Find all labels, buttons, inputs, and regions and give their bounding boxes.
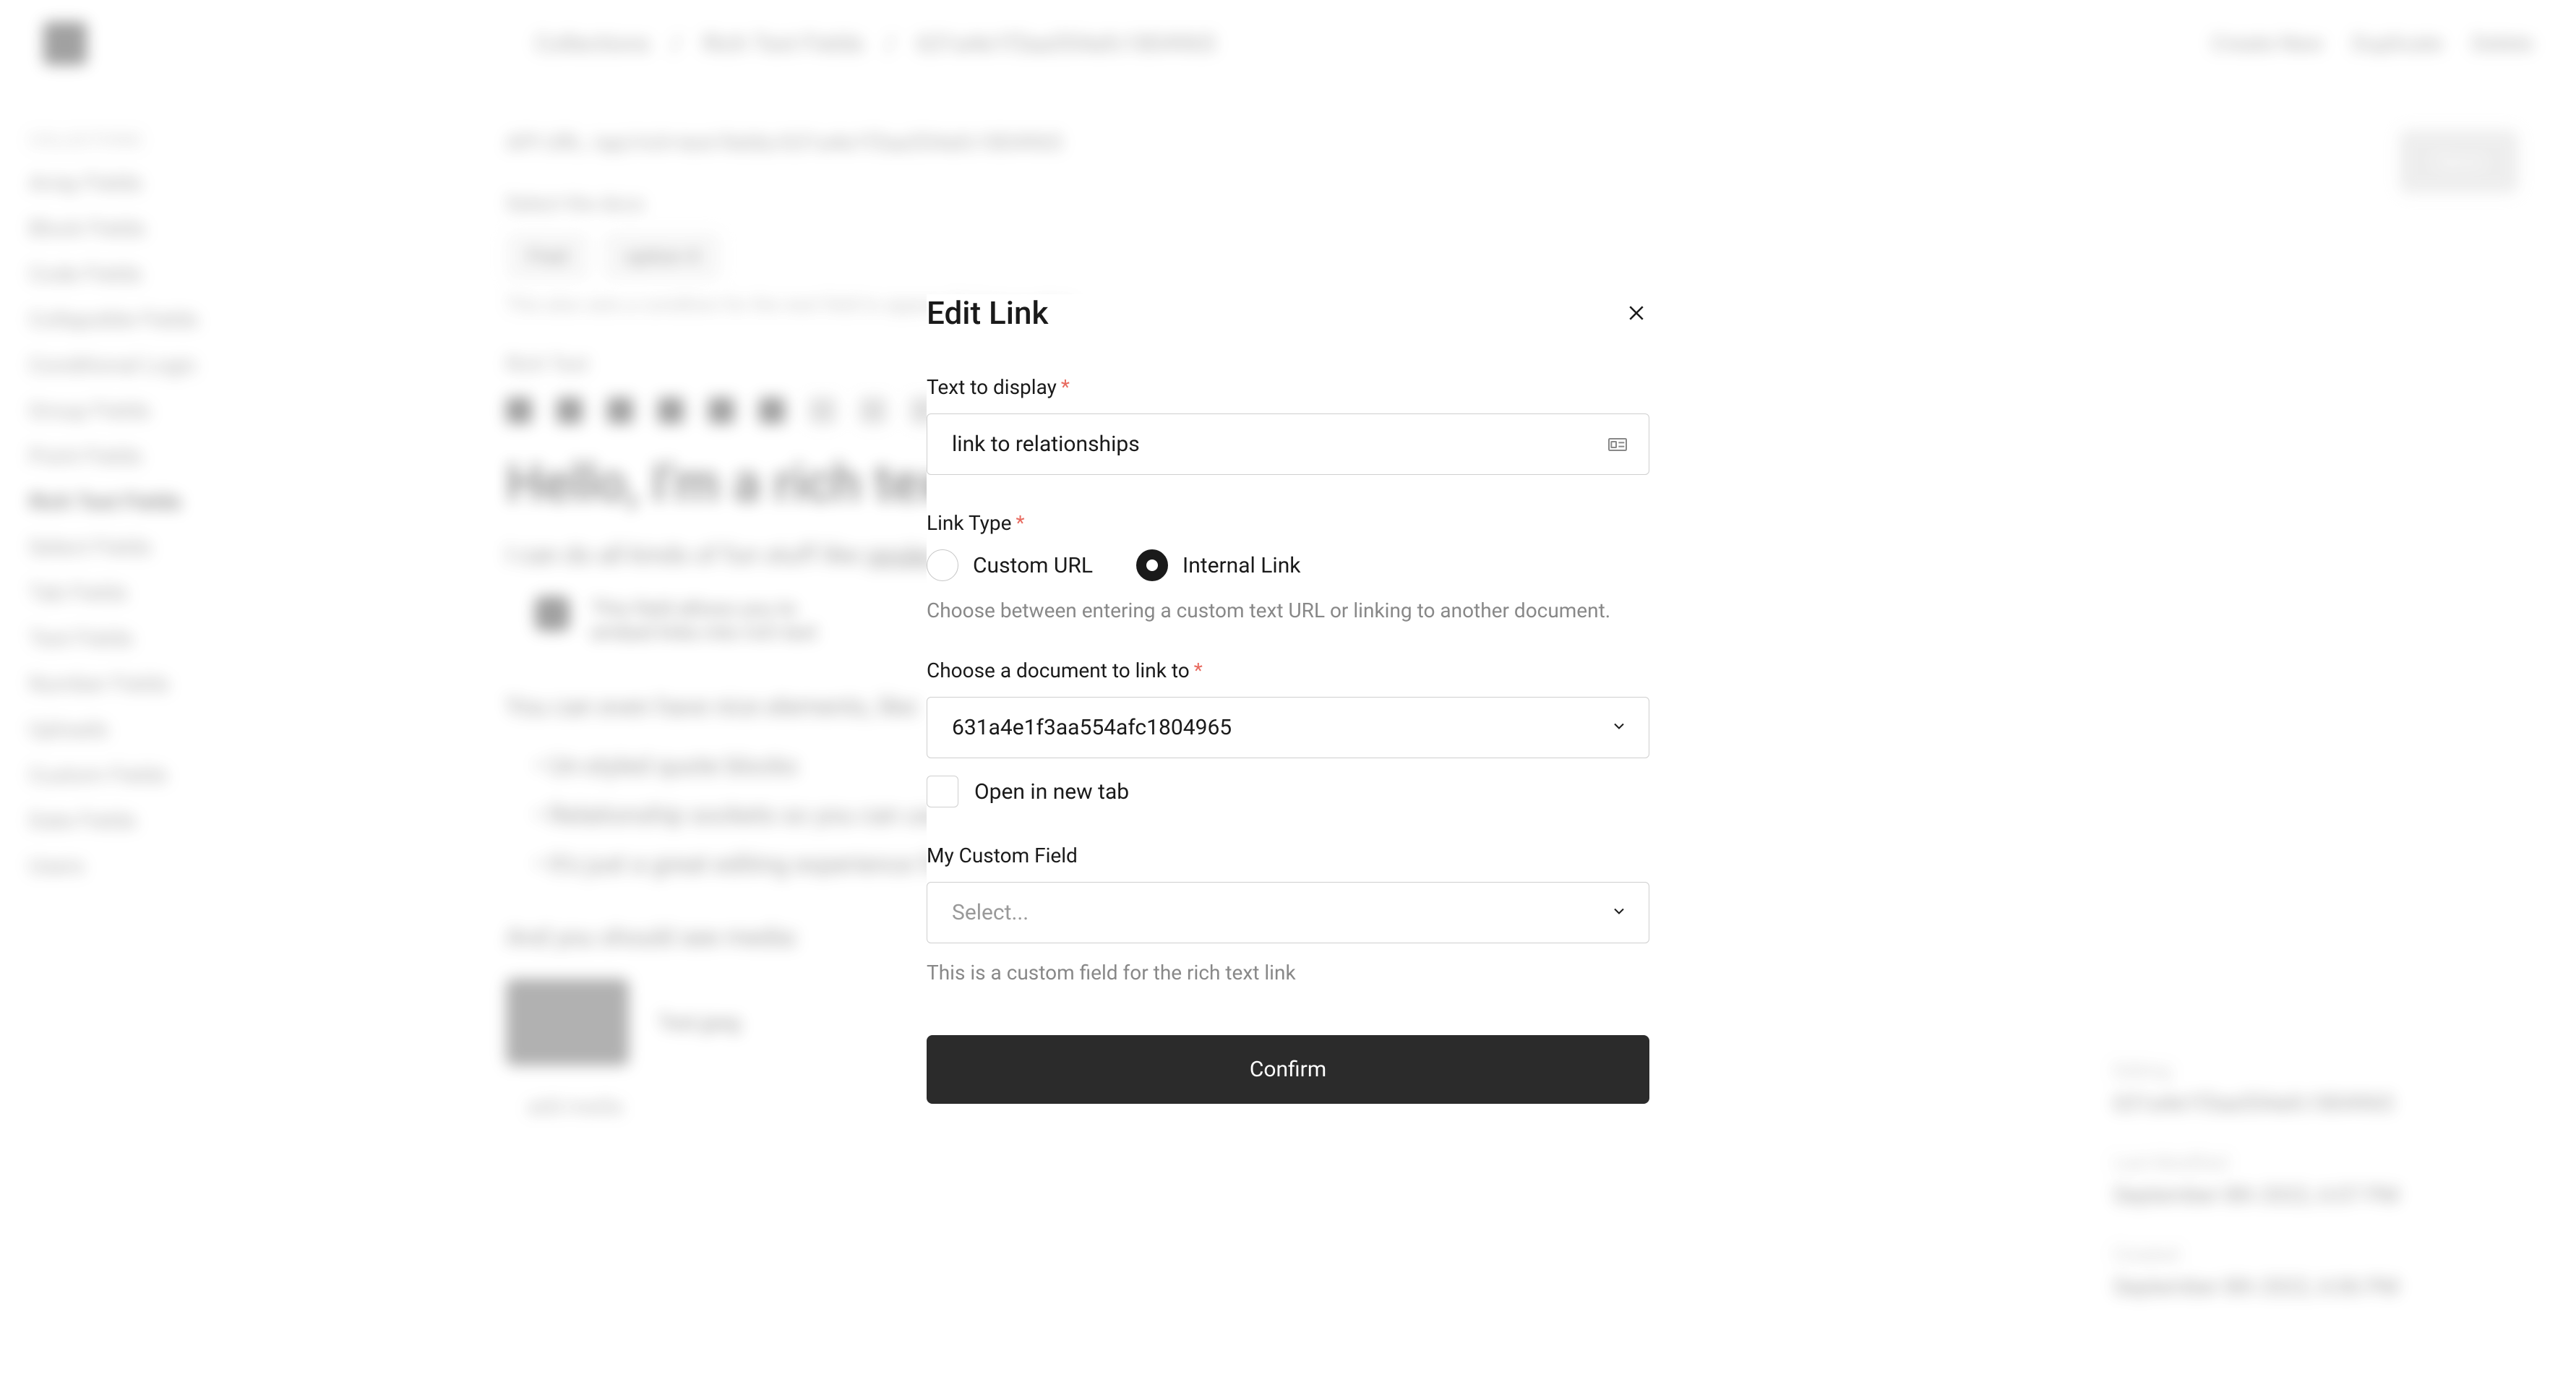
choose-document-label: Choose a document to link to* (927, 659, 1649, 682)
link-type-helper: Choose between entering a custom text UR… (927, 599, 1649, 622)
text-to-display-input[interactable] (927, 413, 1649, 475)
radio-internal-link[interactable]: Internal Link (1136, 549, 1300, 581)
confirm-button[interactable]: Confirm (927, 1035, 1649, 1104)
radio-custom-url[interactable]: Custom URL (927, 549, 1093, 581)
open-new-tab-checkbox[interactable] (927, 776, 958, 807)
radio-circle-unchecked (927, 549, 958, 581)
modal-header: Edit Link (927, 294, 1649, 332)
choose-document-value: 631a4e1f3aa554afc1804965 (952, 715, 1232, 740)
field-link-type: Link Type* Custom URL Internal Link Choo… (927, 511, 1649, 622)
modal-title: Edit Link (927, 294, 1048, 332)
radio-internal-link-label: Internal Link (1182, 553, 1300, 578)
required-star: * (1016, 511, 1024, 535)
link-type-radio-group: Custom URL Internal Link (927, 549, 1649, 581)
radio-circle-checked (1136, 549, 1168, 581)
custom-field-helper: This is a custom field for the rich text… (927, 961, 1649, 985)
field-choose-document: Choose a document to link to* 631a4e1f3a… (927, 659, 1649, 807)
close-icon (1626, 302, 1647, 324)
required-star: * (1194, 659, 1203, 682)
custom-field-label: My Custom Field (927, 844, 1649, 867)
link-type-label: Link Type* (927, 511, 1649, 535)
open-new-tab-row: Open in new tab (927, 776, 1649, 807)
id-card-icon (1606, 433, 1629, 456)
choose-document-select[interactable]: 631a4e1f3aa554afc1804965 (927, 697, 1649, 758)
custom-field-placeholder: Select... (952, 900, 1029, 925)
required-star: * (1061, 375, 1070, 399)
radio-custom-url-label: Custom URL (973, 553, 1093, 578)
edit-link-modal: Edit Link Text to display* (927, 294, 1649, 1104)
custom-field-select[interactable]: Select... (927, 882, 1649, 943)
field-text-to-display: Text to display* (927, 375, 1649, 475)
open-new-tab-label: Open in new tab (974, 779, 1129, 805)
text-to-display-label: Text to display* (927, 375, 1649, 399)
close-button[interactable] (1623, 300, 1649, 326)
field-custom: My Custom Field Select... This is a cust… (927, 844, 1649, 985)
